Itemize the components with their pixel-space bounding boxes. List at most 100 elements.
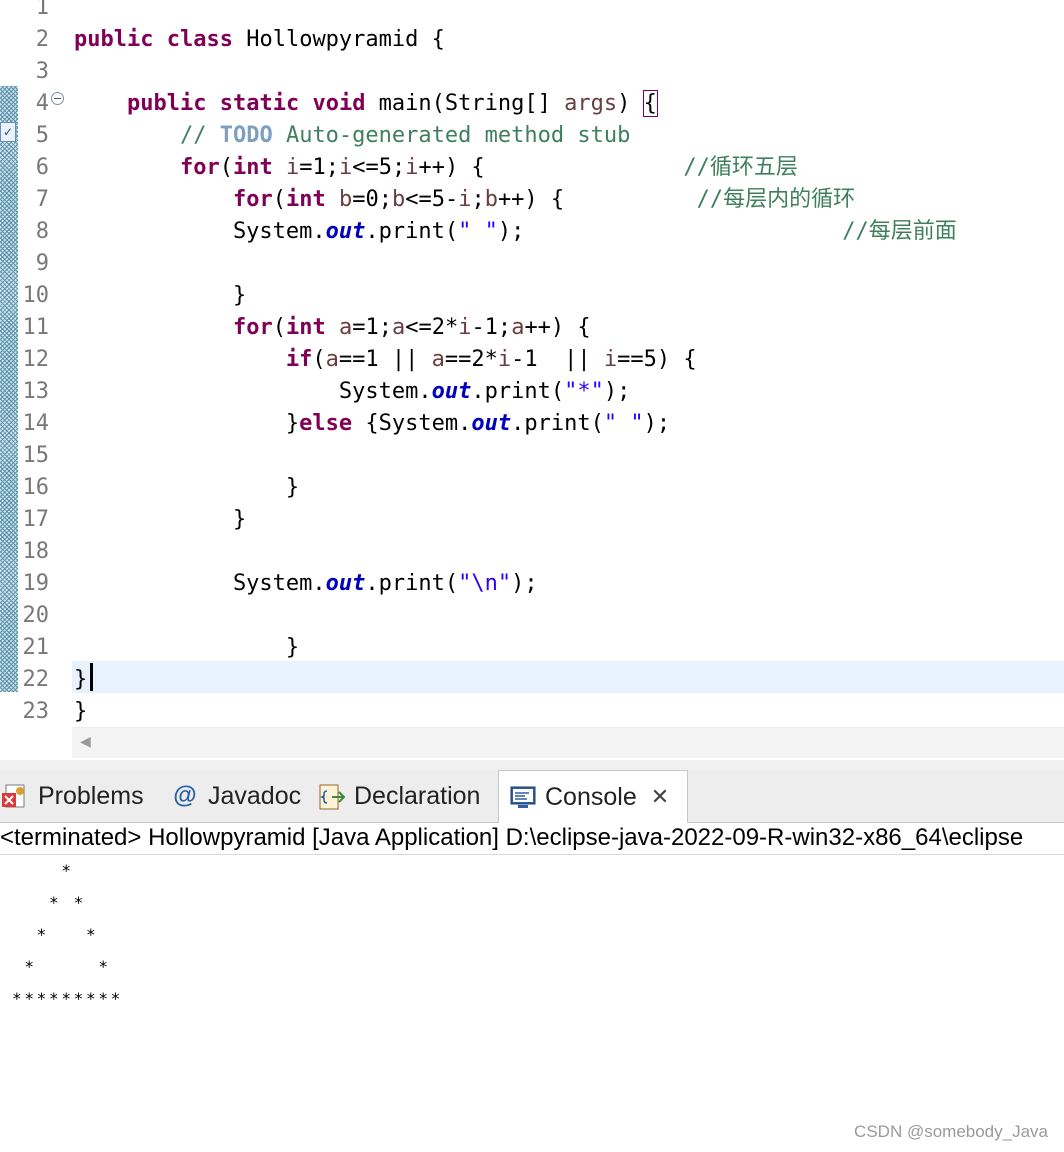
console-output-line: * * xyxy=(12,893,86,912)
code-token: <=5- xyxy=(405,187,459,212)
code-token: int xyxy=(285,187,326,212)
code-token: out xyxy=(325,571,366,596)
code-token: Hollowpyramid { xyxy=(232,27,445,52)
code-token: ( xyxy=(312,347,326,372)
code-token: "*" xyxy=(564,379,604,404)
tab-problems[interactable]: Problems xyxy=(2,770,144,822)
code-token: " " xyxy=(458,219,498,244)
code-token: =1; xyxy=(352,315,392,340)
line-number: 7 xyxy=(35,187,49,212)
code-token: <=2* xyxy=(405,315,459,340)
code-token: ); xyxy=(511,571,538,596)
code-token: b xyxy=(484,187,498,212)
code-token: } xyxy=(74,699,88,724)
code-line: System.out.print("\n"); xyxy=(74,568,538,600)
line-number: 9 xyxy=(35,251,49,276)
code-token: } xyxy=(74,475,300,500)
panel-divider[interactable] xyxy=(0,760,1064,770)
close-icon[interactable]: ✕ xyxy=(651,784,669,810)
line-number: 8 xyxy=(35,219,49,244)
current-line-highlight xyxy=(72,661,1064,693)
code-token: class xyxy=(166,27,233,52)
watermark: CSDN @somebody_Java xyxy=(854,1122,1048,1141)
code-token: ==2* xyxy=(444,347,498,372)
code-line: public static void main(String[] args) { xyxy=(74,88,658,120)
code-token: ++) { xyxy=(524,315,591,340)
line-number: 22 xyxy=(22,667,50,692)
console-output[interactable]: * * * * * * * ********* xyxy=(0,855,1064,1152)
code-token: b xyxy=(338,187,353,212)
code-token: int xyxy=(285,315,326,340)
scroll-left-arrow-icon[interactable]: ◀ xyxy=(80,734,91,750)
line-number: 11 xyxy=(22,315,50,340)
code-token: ( xyxy=(272,315,286,340)
code-line: } xyxy=(74,280,246,312)
console-output-line: * * xyxy=(12,957,111,976)
view-tab-bar: Problems @ Javadoc Declaration Console ✕ xyxy=(0,770,1064,823)
tab-javadoc[interactable]: @ Javadoc xyxy=(172,770,301,822)
line-number: 21 xyxy=(22,635,50,660)
code-token: System. xyxy=(74,571,326,596)
line-number: 3 xyxy=(35,59,49,84)
line-number: 18 xyxy=(22,539,50,564)
code-token: a xyxy=(325,347,339,372)
text-cursor xyxy=(90,663,93,691)
line-number: 15 xyxy=(22,443,50,468)
code-line: if(a==1 || a==2*i-1 || i==5) { xyxy=(74,344,697,376)
javadoc-icon: @ xyxy=(173,782,197,809)
task-marker-icon[interactable]: ✓ xyxy=(0,122,16,142)
code-token: System. xyxy=(74,379,432,404)
code-token: //每层前面 xyxy=(842,219,957,244)
code-line: public class Hollowpyramid { xyxy=(74,24,445,56)
code-token: a xyxy=(391,315,406,340)
fold-collapse-icon[interactable] xyxy=(51,92,64,105)
code-token: =1; xyxy=(299,155,339,180)
tab-console[interactable]: Console ✕ xyxy=(498,770,688,823)
code-token: ( xyxy=(219,155,233,180)
code-line: }else {System.out.print(" "); xyxy=(74,408,670,440)
code-token: i xyxy=(603,347,618,372)
code-token: =0; xyxy=(352,187,392,212)
line-number: 12 xyxy=(22,347,50,372)
code-token: <=5; xyxy=(352,155,406,180)
code-line: } xyxy=(74,504,246,536)
code-token: public xyxy=(126,91,207,116)
code-token: ) xyxy=(617,91,644,116)
code-token: ==5) { xyxy=(617,347,697,372)
code-token: b xyxy=(391,187,406,212)
code-token: " " xyxy=(603,411,644,436)
code-editor[interactable]: 1 2 public class Hollowpyramid {3 4 public … xyxy=(0,0,1064,760)
code-line: System.out.print("*"); xyxy=(74,376,630,408)
code-token: ); xyxy=(643,411,671,436)
code-token: "\n" xyxy=(458,571,512,596)
code-token: } xyxy=(74,411,300,436)
code-line: } xyxy=(74,472,299,504)
code-token: else xyxy=(299,411,353,436)
line-number: 6 xyxy=(35,155,49,180)
code-token: ); xyxy=(497,219,843,244)
code-token: .print( xyxy=(471,379,565,404)
console-output-line: * xyxy=(12,861,74,880)
console-output-line: ********* xyxy=(12,989,123,1008)
code-token: TODO xyxy=(219,123,273,148)
horizontal-scrollbar[interactable]: ◀ xyxy=(72,727,1064,758)
code-token: public xyxy=(74,27,154,52)
code-line: } xyxy=(74,632,299,664)
code-token: ); xyxy=(603,379,631,404)
code-token: void xyxy=(312,91,366,116)
tab-declaration-label: Declaration xyxy=(354,781,481,810)
code-line: for(int a=1;a<=2*i-1;a++) { xyxy=(74,312,591,344)
code-token: i xyxy=(338,155,353,180)
code-token: } xyxy=(74,507,247,532)
console-icon xyxy=(509,784,536,810)
code-token: } xyxy=(74,283,247,308)
tab-declaration[interactable]: Declaration xyxy=(318,770,480,822)
code-token: i xyxy=(458,315,472,340)
code-token: {System. xyxy=(352,411,472,436)
code-line: // TODO Auto-generated method stub xyxy=(74,120,630,152)
